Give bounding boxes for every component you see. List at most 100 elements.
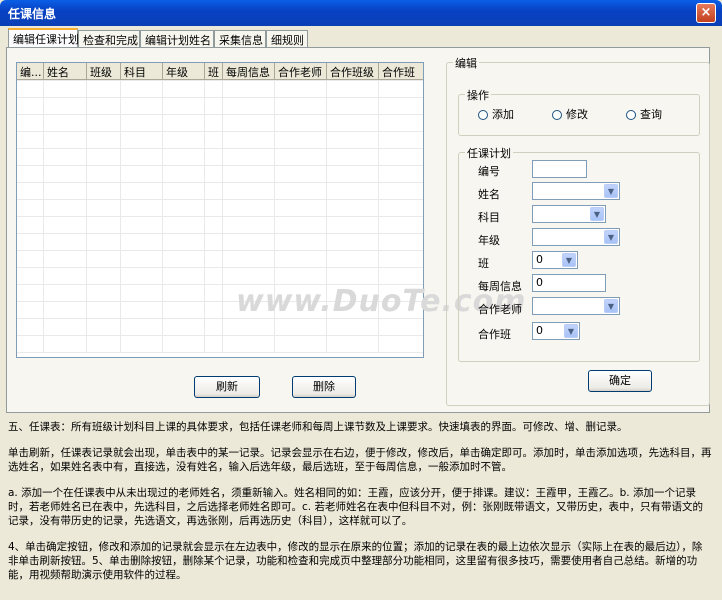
table-cell[interactable] — [327, 149, 379, 166]
table-cell[interactable] — [17, 285, 44, 302]
table-cell[interactable] — [327, 268, 379, 285]
table-cell[interactable] — [121, 302, 163, 319]
table-row[interactable] — [17, 319, 423, 336]
plan-table[interactable]: 编... 姓名 班级 科目 年级 班 每周信息 合作老师 合作班级 合作班 — [16, 62, 424, 358]
table-row[interactable] — [17, 251, 423, 268]
table-cell[interactable] — [327, 183, 379, 200]
table-cell[interactable] — [379, 251, 423, 268]
table-cell[interactable] — [379, 234, 423, 251]
table-cell[interactable] — [223, 149, 275, 166]
table-cell[interactable] — [223, 268, 275, 285]
table-cell[interactable] — [87, 183, 121, 200]
table-cell[interactable] — [275, 166, 327, 183]
table-cell[interactable] — [379, 268, 423, 285]
table-cell[interactable] — [163, 183, 205, 200]
table-row[interactable] — [17, 81, 423, 98]
tab-edit-plan[interactable]: 编辑任课计划 — [8, 28, 79, 48]
table-cell[interactable] — [44, 183, 87, 200]
table-cell[interactable] — [17, 336, 44, 353]
coclass-select[interactable]: 0 ▼ — [532, 322, 580, 340]
table-cell[interactable] — [163, 251, 205, 268]
table-cell[interactable] — [44, 217, 87, 234]
table-cell[interactable] — [17, 115, 44, 132]
tab-collect-info[interactable]: 采集信息 — [214, 30, 266, 47]
table-cell[interactable] — [121, 251, 163, 268]
table-cell[interactable] — [163, 200, 205, 217]
table-cell[interactable] — [223, 166, 275, 183]
table-cell[interactable] — [121, 132, 163, 149]
table-cell[interactable] — [17, 319, 44, 336]
table-cell[interactable] — [205, 251, 223, 268]
table-cell[interactable] — [205, 302, 223, 319]
table-cell[interactable] — [17, 166, 44, 183]
confirm-button[interactable]: 确定 — [588, 370, 652, 392]
table-cell[interactable] — [44, 268, 87, 285]
table-cell[interactable] — [205, 81, 223, 98]
table-cell[interactable] — [275, 336, 327, 353]
table-row[interactable] — [17, 302, 423, 319]
class-select[interactable]: 0 ▼ — [532, 251, 578, 269]
table-cell[interactable] — [17, 234, 44, 251]
chevron-down-icon[interactable]: ▼ — [562, 253, 576, 267]
col-id[interactable]: 编... — [17, 63, 44, 80]
table-cell[interactable] — [327, 336, 379, 353]
coteacher-select[interactable]: ▼ — [532, 297, 620, 315]
table-row[interactable] — [17, 166, 423, 183]
table-cell[interactable] — [205, 166, 223, 183]
table-cell[interactable] — [379, 149, 423, 166]
table-cell[interactable] — [44, 234, 87, 251]
table-cell[interactable] — [121, 336, 163, 353]
table-cell[interactable] — [275, 217, 327, 234]
table-cell[interactable] — [163, 166, 205, 183]
table-cell[interactable] — [163, 302, 205, 319]
table-cell[interactable] — [205, 115, 223, 132]
close-button[interactable]: × — [696, 3, 716, 23]
table-cell[interactable] — [275, 98, 327, 115]
table-cell[interactable] — [205, 285, 223, 302]
col-coteacher[interactable]: 合作老师 — [275, 63, 327, 80]
table-cell[interactable] — [379, 200, 423, 217]
table-cell[interactable] — [163, 268, 205, 285]
table-cell[interactable] — [163, 132, 205, 149]
table-cell[interactable] — [275, 81, 327, 98]
col-name[interactable]: 姓名 — [44, 63, 87, 80]
col-coclass[interactable]: 合作班 — [379, 63, 423, 80]
table-cell[interactable] — [327, 319, 379, 336]
table-cell[interactable] — [163, 234, 205, 251]
table-cell[interactable] — [379, 302, 423, 319]
table-cell[interactable] — [44, 336, 87, 353]
table-cell[interactable] — [121, 319, 163, 336]
table-cell[interactable] — [121, 149, 163, 166]
table-cell[interactable] — [44, 166, 87, 183]
table-cell[interactable] — [275, 319, 327, 336]
table-cell[interactable] — [44, 98, 87, 115]
table-cell[interactable] — [223, 217, 275, 234]
table-cell[interactable] — [163, 336, 205, 353]
radio-query[interactable]: 查询 — [626, 106, 662, 122]
chevron-down-icon[interactable]: ▼ — [604, 184, 618, 198]
name-select[interactable]: ▼ — [532, 182, 620, 200]
table-cell[interactable] — [17, 98, 44, 115]
radio-add-circle[interactable] — [478, 110, 488, 120]
table-cell[interactable] — [44, 81, 87, 98]
table-cell[interactable] — [121, 81, 163, 98]
table-cell[interactable] — [87, 217, 121, 234]
table-cell[interactable] — [44, 149, 87, 166]
title-bar[interactable]: 任课信息 × — [0, 0, 722, 26]
table-cell[interactable] — [44, 302, 87, 319]
table-cell[interactable] — [205, 149, 223, 166]
delete-button[interactable]: 删除 — [292, 376, 356, 398]
table-cell[interactable] — [87, 166, 121, 183]
radio-query-circle[interactable] — [626, 110, 636, 120]
table-cell[interactable] — [223, 183, 275, 200]
table-cell[interactable] — [275, 285, 327, 302]
id-field[interactable] — [532, 160, 587, 178]
table-cell[interactable] — [163, 149, 205, 166]
table-cell[interactable] — [163, 285, 205, 302]
col-subject[interactable]: 科目 — [121, 63, 163, 80]
table-cell[interactable] — [275, 302, 327, 319]
table-cell[interactable] — [223, 319, 275, 336]
table-cell[interactable] — [17, 183, 44, 200]
table-cell[interactable] — [327, 302, 379, 319]
table-cell[interactable] — [44, 200, 87, 217]
